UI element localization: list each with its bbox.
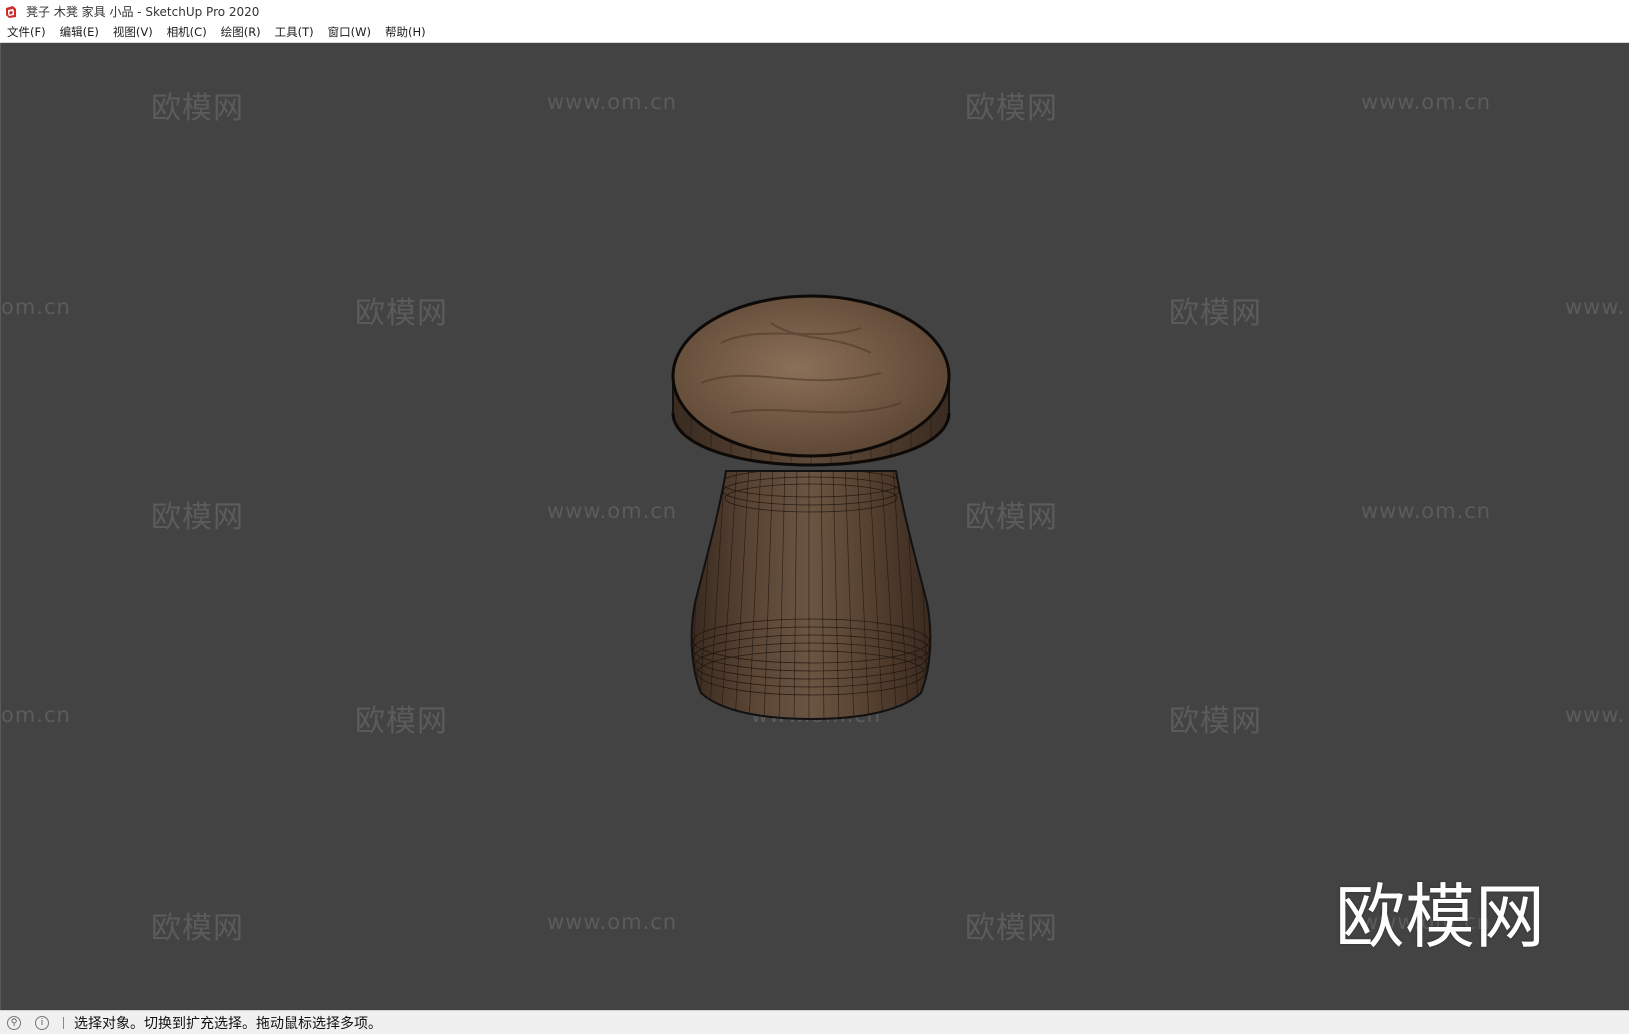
menu-help[interactable]: 帮助(H)	[378, 23, 433, 42]
model-viewport[interactable]: 欧模网 www.om.cn 欧模网 www.om.cn om.cn 欧模网 ww…	[0, 43, 1629, 1010]
status-separator	[63, 1016, 64, 1029]
brand-logo: 欧模网	[1335, 876, 1545, 958]
menu-window[interactable]: 窗口(W)	[321, 23, 378, 42]
sketchup-window: 凳子 木凳 家具 小品 - SketchUp Pro 2020 文件(F) 编辑…	[0, 0, 1629, 1034]
menu-camera[interactable]: 相机(C)	[160, 23, 214, 42]
status-message: 选择对象。切换到扩充选择。拖动鼠标选择多项。	[74, 1015, 382, 1032]
info-icon[interactable]: i	[35, 1015, 49, 1030]
menu-bar: 文件(F) 编辑(E) 视图(V) 相机(C) 绘图(R) 工具(T) 窗口(W…	[0, 22, 1629, 43]
menu-file[interactable]: 文件(F)	[0, 23, 53, 42]
title-bar: 凳子 木凳 家具 小品 - SketchUp Pro 2020	[0, 0, 1629, 22]
menu-view[interactable]: 视图(V)	[106, 23, 160, 42]
geo-location-icon[interactable]: ⚲	[7, 1015, 21, 1030]
menu-tools[interactable]: 工具(T)	[268, 23, 321, 42]
window-title: 凳子 木凳 家具 小品 - SketchUp Pro 2020	[26, 4, 260, 19]
menu-edit[interactable]: 编辑(E)	[53, 23, 106, 42]
menu-draw[interactable]: 绘图(R)	[214, 23, 268, 42]
sketchup-logo-icon[interactable]	[4, 4, 18, 18]
status-bar: ⚲ i 选择对象。切换到扩充选择。拖动鼠标选择多项。	[0, 1010, 1629, 1034]
